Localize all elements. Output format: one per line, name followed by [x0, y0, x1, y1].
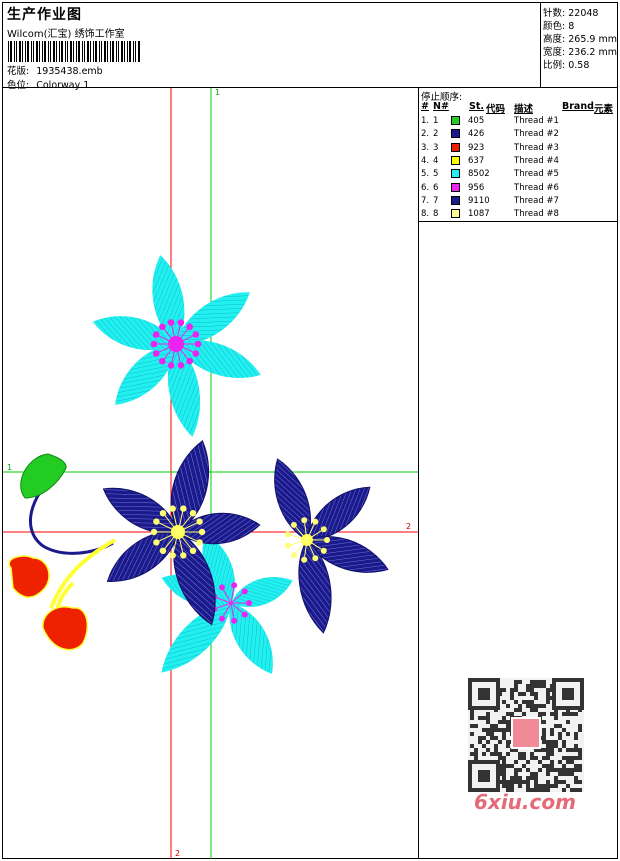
- col-stop: #: [421, 101, 429, 112]
- guide-marker-top: 1: [215, 88, 220, 97]
- stem-and-leaves: [8, 453, 116, 651]
- col-st: St.: [469, 101, 484, 112]
- flower-navy-right: [263, 453, 394, 637]
- thread-row: 7. 7 9110 Thread #7: [419, 195, 617, 208]
- thread-color-swatch: [451, 195, 460, 205]
- thread-code: 637: [468, 155, 485, 166]
- thread-number: 1: [433, 116, 439, 126]
- thread-row: 2. 2 426 Thread #2: [419, 128, 617, 141]
- col-num: N#: [433, 101, 449, 112]
- thread-description: Thread #2: [514, 129, 559, 140]
- col-desc: 描述: [514, 104, 534, 115]
- thread-description: Thread #6: [514, 182, 559, 193]
- flower-cyan-top: [88, 252, 266, 440]
- thread-stop: 5.: [421, 169, 430, 180]
- thread-number: 5: [433, 169, 439, 180]
- thread-code: 405: [468, 116, 485, 126]
- thread-code: 923: [468, 142, 485, 153]
- header-info: 生产作业图 Wilcom(汇宝) 绣饰工作室 花版: 1935438.emb 色…: [3, 3, 541, 91]
- thread-description: Thread #5: [514, 169, 559, 180]
- thread-row: 8. 8 1087 Thread #8: [419, 208, 617, 221]
- thread-row: 3. 3 923 Thread #3: [419, 142, 617, 155]
- thread-description: Thread #1: [514, 116, 559, 126]
- col-element: 元素: [594, 104, 614, 115]
- thread-code: 1087: [468, 209, 490, 220]
- thread-stop: 4.: [421, 155, 430, 166]
- thread-description: Thread #8: [514, 209, 559, 220]
- thread-description: Thread #7: [514, 195, 559, 206]
- barcode: [8, 41, 140, 62]
- thread-description: Thread #4: [514, 155, 559, 166]
- thread-code: 426: [468, 129, 485, 140]
- thread-number: 6: [433, 182, 439, 193]
- thread-row: 6. 6 956 Thread #6: [419, 182, 617, 195]
- thread-number: 2: [433, 129, 439, 140]
- design-canvas: 1 1 2 2: [3, 88, 419, 859]
- thread-stop: 2.: [421, 129, 430, 140]
- thread-color-swatch: [451, 169, 460, 179]
- pattern-value: 1935438.emb: [36, 66, 103, 77]
- thread-code: 8502: [468, 169, 490, 180]
- flower-cyan-lower: [150, 529, 298, 684]
- guide-marker-right: 2: [406, 522, 411, 531]
- thread-color-swatch: [451, 182, 460, 192]
- col-brand: Brand: [562, 101, 594, 112]
- thread-description: Thread #3: [514, 142, 559, 153]
- thread-stop: 3.: [421, 142, 430, 153]
- thread-number: 4: [433, 155, 439, 166]
- thread-number: 7: [433, 195, 439, 206]
- stat-colors: 颜色: 8: [543, 21, 575, 32]
- thread-code: 956: [468, 182, 485, 193]
- stat-height: 高度: 265.9 mm: [543, 34, 617, 45]
- pattern-info: 花版: 1935438.emb: [7, 63, 103, 77]
- qr-code: [468, 678, 584, 792]
- thread-stop: 8.: [421, 209, 430, 220]
- page-title: 生产作业图: [7, 7, 82, 23]
- thread-table: 停止顺序: # N# St. 代码 描述 Brand 元素 1. 1 405 Thre…: [419, 88, 617, 222]
- guide-marker-bottom: 2: [175, 849, 180, 858]
- thread-row: 5. 5 8502 Thread #5: [419, 168, 617, 181]
- thread-color-swatch: [451, 116, 460, 125]
- pattern-label: 花版:: [7, 66, 30, 77]
- thread-number: 8: [433, 209, 439, 220]
- thread-row: 4. 4 637 Thread #4: [419, 155, 617, 168]
- thread-color-swatch: [451, 155, 460, 165]
- thread-code: 9110: [468, 195, 490, 206]
- company-name: Wilcom(汇宝) 绣饰工作室: [7, 29, 125, 40]
- guide-marker-left: 1: [7, 463, 12, 472]
- thread-stop: 7.: [421, 195, 430, 206]
- stat-scale: 比例: 0.58: [543, 60, 590, 71]
- col-code: 代码: [486, 104, 506, 115]
- thread-color-swatch: [451, 129, 460, 139]
- stat-stitches: 针数: 22048: [543, 8, 599, 19]
- thread-stop: 1.: [421, 116, 430, 126]
- stat-width: 宽度: 236.2 mm: [543, 47, 617, 58]
- thread-number: 3: [433, 142, 439, 153]
- thread-row: 1. 1 405 Thread #1: [419, 115, 617, 128]
- thread-color-swatch: [451, 209, 460, 219]
- watermark-text: 6xiu.com: [474, 790, 576, 814]
- embroidery-design: 1 1 2 2: [3, 88, 418, 859]
- thread-color-swatch: [451, 142, 460, 152]
- thread-stop: 6.: [421, 182, 430, 193]
- stats-panel: 针数: 22048 颜色: 8 高度: 265.9 mm 宽度: 236.2 m…: [541, 3, 617, 88]
